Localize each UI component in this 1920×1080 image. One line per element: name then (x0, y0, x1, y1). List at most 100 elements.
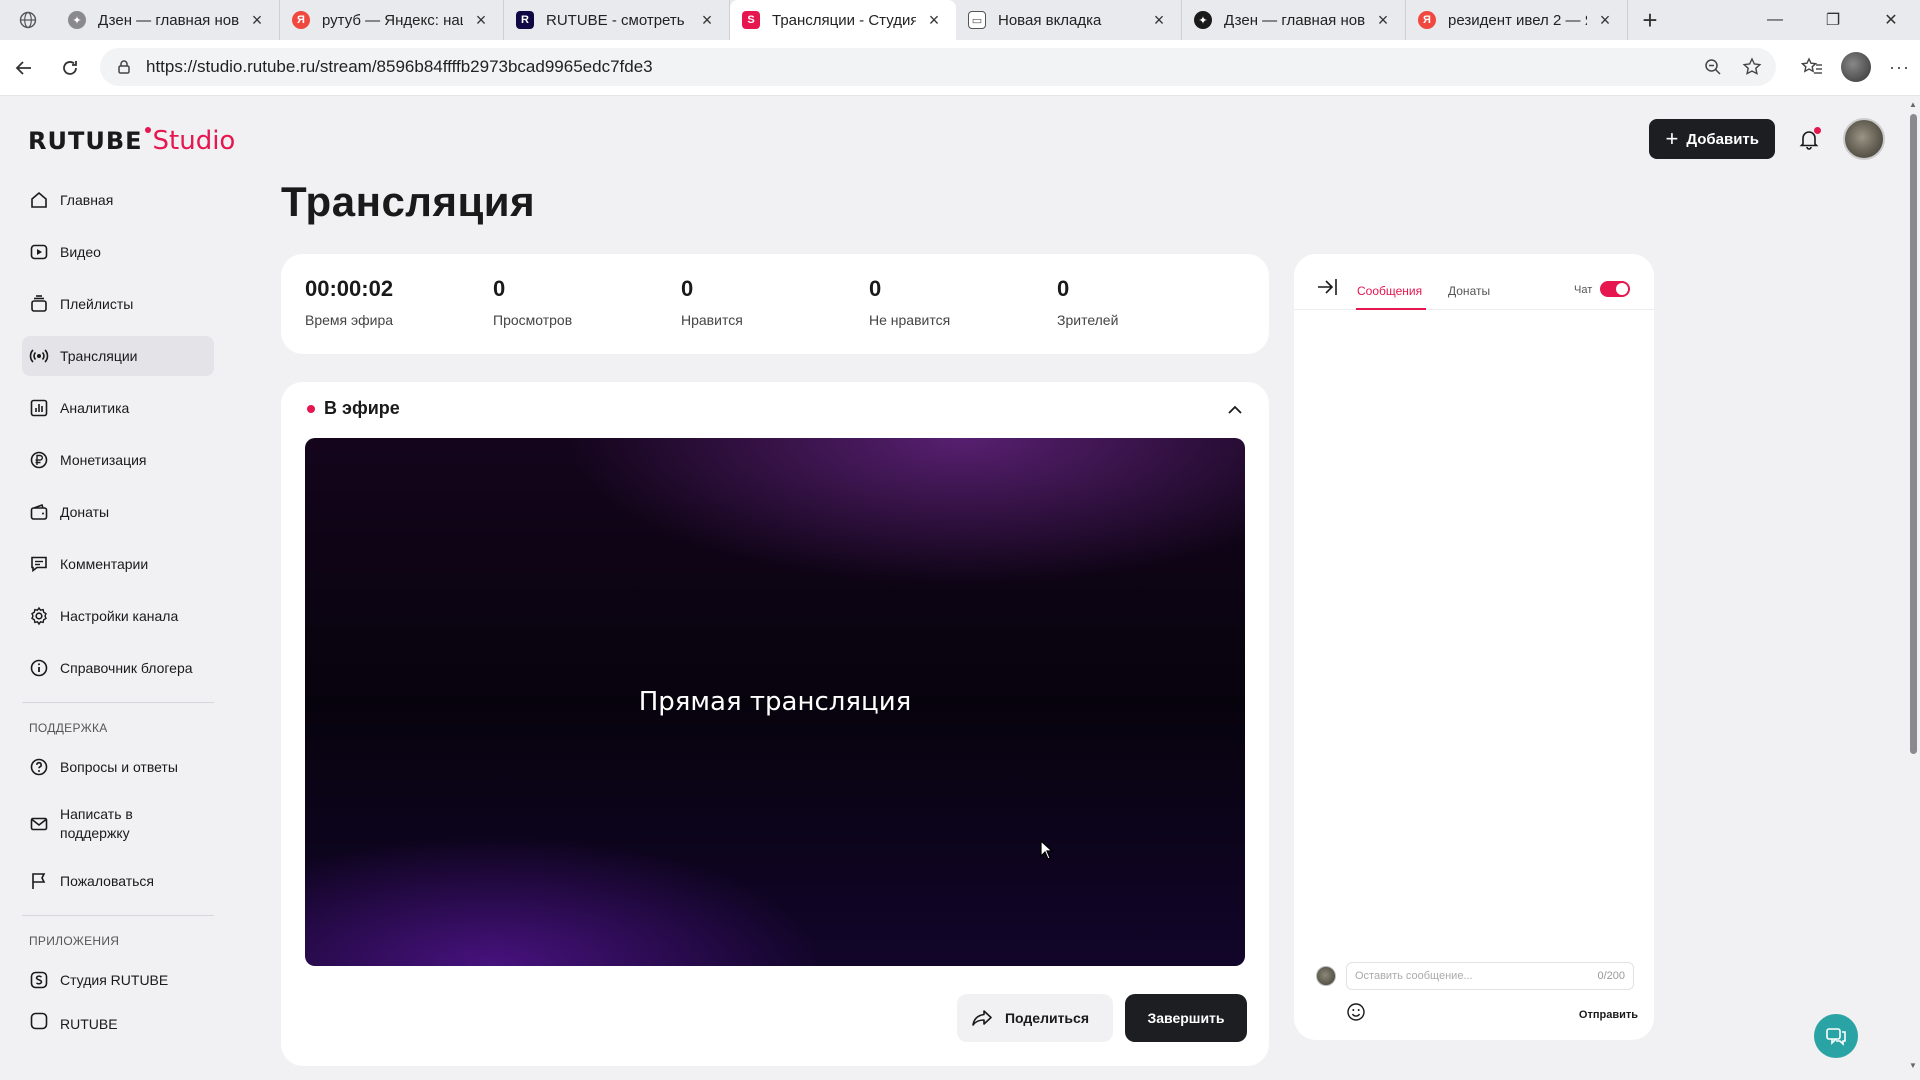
scroll-up-arrow-icon[interactable]: ▲ (1909, 100, 1917, 109)
close-tab-icon[interactable]: × (922, 8, 946, 32)
zoom-icon[interactable] (1704, 58, 1722, 76)
close-tab-icon[interactable]: × (469, 8, 493, 32)
live-status: В эфире (307, 398, 400, 419)
sidebar-divider (22, 702, 214, 703)
sidebar-item-analytics[interactable]: Аналитика (22, 388, 214, 428)
info-icon (28, 657, 50, 679)
minimize-icon[interactable]: — (1746, 0, 1804, 40)
browser-tab[interactable]: ✦ Дзен — главная ново × (56, 0, 280, 40)
playlist-icon (28, 293, 50, 315)
help-chat-button[interactable] (1814, 1014, 1858, 1058)
emoji-icon[interactable] (1346, 1002, 1366, 1027)
close-tab-icon[interactable]: × (245, 8, 269, 32)
rutube-app-icon (28, 1012, 50, 1032)
stat-label: Время эфира (305, 312, 394, 328)
mail-icon (28, 813, 50, 835)
sidebar: Главная Видео Плейлисты Трансляции Анали… (22, 180, 214, 1044)
browser-tab[interactable]: Я рутуб — Яндекс: наш × (280, 0, 504, 40)
stream-player[interactable]: Прямая трансляция (305, 438, 1245, 966)
browser-profile-avatar[interactable] (1841, 52, 1872, 82)
reload-icon[interactable] (48, 46, 92, 90)
browser-tab[interactable]: ✦ Дзен — главная ново × (1182, 0, 1406, 40)
site-info-icon[interactable] (116, 59, 132, 75)
char-counter: 0/200 (1597, 970, 1625, 982)
sidebar-item-label: Настройки канала (60, 608, 179, 624)
sidebar-item-donations[interactable]: Донаты (22, 492, 214, 532)
sidebar-item-channel-settings[interactable]: Настройки канала (22, 596, 214, 636)
end-stream-button[interactable]: Завершить (1125, 994, 1247, 1042)
sidebar-item-broadcasts[interactable]: Трансляции (22, 336, 214, 376)
workspaces-icon[interactable] (0, 0, 56, 40)
share-icon (972, 1010, 992, 1026)
sidebar-item-comments[interactable]: Комментарии (22, 544, 214, 584)
browser-tab[interactable]: ▭ Новая вкладка × (956, 0, 1182, 40)
window-controls: — ❐ ✕ (1746, 0, 1920, 40)
close-tab-icon[interactable]: × (1593, 8, 1617, 32)
page-scrollbar[interactable]: ▲ ▼ (1908, 100, 1918, 1070)
share-button-label: Поделиться (1004, 1010, 1089, 1026)
close-window-icon[interactable]: ✕ (1862, 0, 1920, 40)
chat-panel: Сообщения Донаты Чат Оставить сообщение.… (1294, 254, 1654, 1040)
sidebar-item-monetization[interactable]: Монетизация (22, 440, 214, 480)
send-button[interactable]: Отправить (1579, 1009, 1638, 1021)
url-field[interactable]: https://studio.rutube.ru/stream/8596b84f… (100, 48, 1776, 86)
stat-label: Нравится (681, 312, 743, 328)
add-button[interactable]: + Добавить (1649, 119, 1775, 159)
ruble-icon (28, 449, 50, 471)
restore-icon[interactable]: ❐ (1804, 0, 1862, 40)
scroll-down-arrow-icon[interactable]: ▼ (1909, 1061, 1917, 1070)
browser-tab-title: резидент ивел 2 — Я (1448, 11, 1587, 29)
top-actions: + Добавить (1649, 118, 1885, 160)
sidebar-item-studio-app[interactable]: Студия RUTUBE (22, 960, 214, 1000)
stream-stats-card: 00:00:02 Время эфира 0 Просмотров 0 Нрав… (281, 254, 1269, 354)
notification-dot (1814, 127, 1821, 134)
sidebar-item-label: Написать в поддержку (60, 806, 133, 841)
question-icon (28, 756, 50, 778)
browser-tab[interactable]: Я резидент ивел 2 — Я × (1406, 0, 1628, 40)
tab-messages[interactable]: Сообщения (1357, 284, 1422, 298)
stat-value: 00:00:02 (305, 276, 394, 301)
sidebar-item-blogger-guide[interactable]: Справочник блогера (22, 648, 214, 688)
sidebar-item-write-support[interactable]: Написать в поддержку (22, 799, 214, 849)
new-tab-button[interactable]: + (1628, 0, 1672, 40)
collapse-panel-icon[interactable] (1316, 278, 1338, 301)
browser-menu-icon[interactable]: ··· (1889, 57, 1910, 78)
stat-label: Просмотров (493, 312, 573, 328)
back-icon[interactable] (2, 46, 46, 90)
close-tab-icon[interactable]: × (695, 8, 719, 32)
chat-message-input[interactable]: Оставить сообщение... 0/200 (1346, 962, 1634, 990)
live-stream-card: В эфире Прямая трансляция Поделиться Зав… (281, 382, 1269, 1066)
sidebar-item-rutube-app[interactable]: RUTUBE (22, 1012, 214, 1032)
sidebar-item-faq[interactable]: Вопросы и ответы (22, 747, 214, 787)
sidebar-item-playlists[interactable]: Плейлисты (22, 284, 214, 324)
favorite-star-icon[interactable] (1742, 57, 1762, 77)
close-tab-icon[interactable]: × (1371, 8, 1395, 32)
sidebar-item-report[interactable]: Пожаловаться (22, 861, 214, 901)
sidebar-item-video[interactable]: Видео (22, 232, 214, 272)
stat-air-time: 00:00:02 Время эфира (305, 276, 493, 354)
active-tab-underline (1356, 308, 1426, 310)
browser-tab[interactable]: R RUTUBE - смотреть ви × (504, 0, 730, 40)
sidebar-item-label: Донаты (60, 504, 110, 520)
logo-dot (144, 127, 151, 133)
chat-toggle[interactable] (1600, 281, 1630, 297)
rutube-studio-logo[interactable]: RUTUBE Studio (28, 126, 235, 156)
stat-value: 0 (493, 276, 506, 301)
browser-tab-title: Трансляции - Студия (772, 11, 916, 29)
chat-input-placeholder: Оставить сообщение... (1355, 970, 1473, 982)
favorites-icon[interactable] (1801, 57, 1823, 77)
channel-avatar[interactable] (1843, 118, 1885, 160)
sidebar-item-home[interactable]: Главная (22, 180, 214, 220)
share-button[interactable]: Поделиться (956, 994, 1113, 1042)
flag-icon (28, 870, 50, 892)
stat-dislikes: 0 Не нравится (869, 276, 1057, 354)
sidebar-item-label: Аналитика (60, 400, 130, 416)
chevron-up-icon[interactable] (1225, 400, 1245, 420)
chat-actions: Отправить (1346, 1002, 1638, 1027)
scroll-thumb[interactable] (1910, 114, 1917, 754)
close-tab-icon[interactable]: × (1147, 8, 1171, 32)
notifications-bell-icon[interactable] (1793, 123, 1825, 155)
stat-label: Не нравится (869, 312, 951, 328)
browser-tab-active[interactable]: S Трансляции - Студия × (730, 0, 956, 40)
tab-donations[interactable]: Донаты (1448, 284, 1490, 298)
